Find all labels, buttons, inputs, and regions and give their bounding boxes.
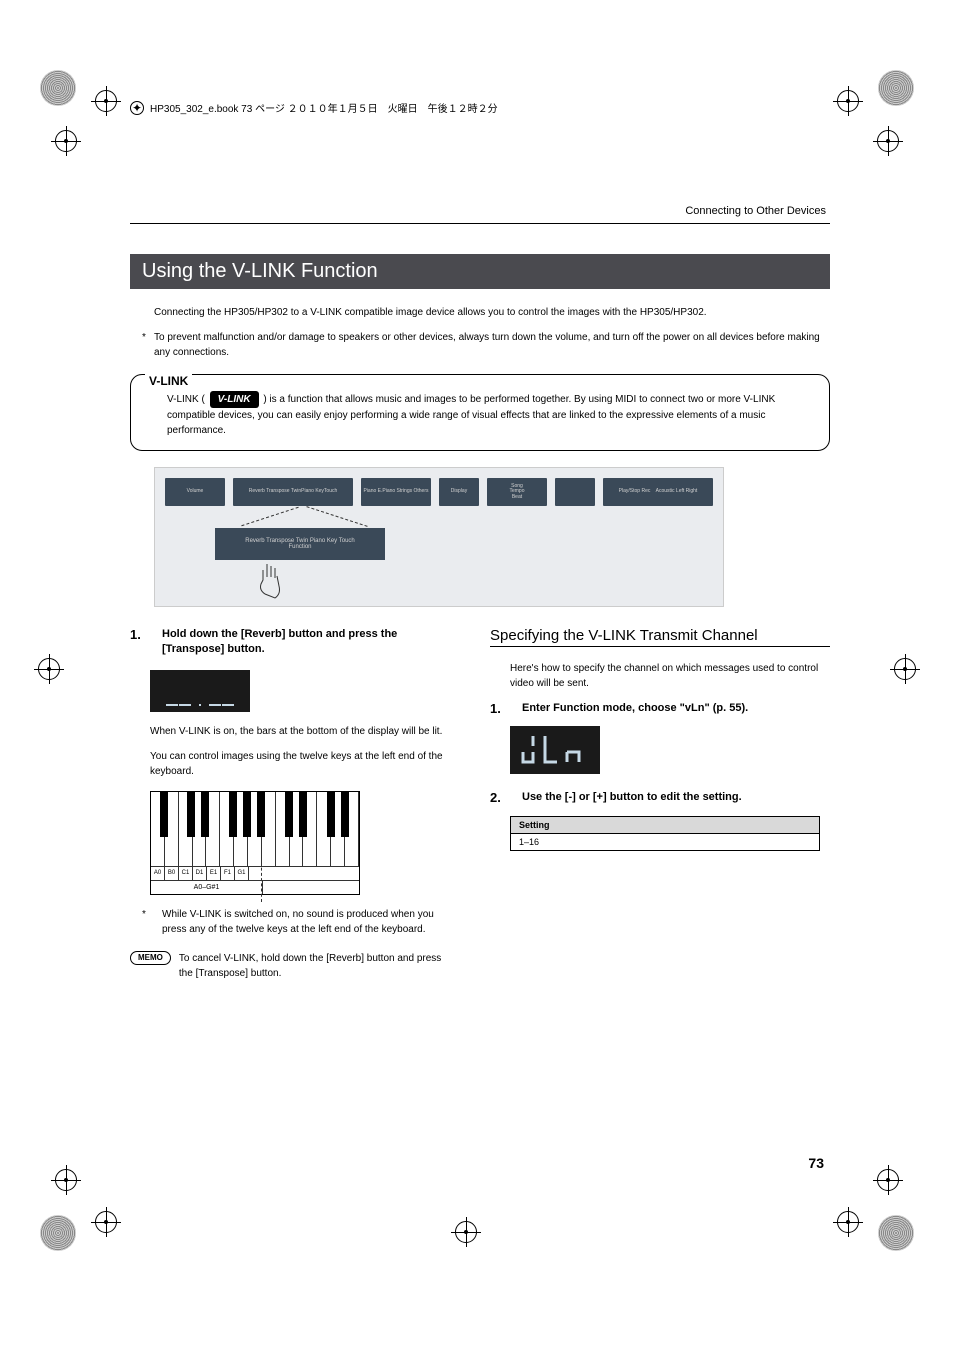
crop-mark [837, 1211, 859, 1233]
intro-text: Connecting the HP305/HP302 to a V-LINK c… [130, 305, 830, 320]
range-label: A0–G#1 [151, 881, 263, 894]
asterisk-icon: * [142, 330, 146, 345]
step-text: Use the [-] or [+] button to edit the se… [522, 790, 830, 805]
step-number: 2. [490, 790, 510, 805]
print-header-icon: ✦ [130, 101, 144, 115]
table-cell: 1–16 [511, 833, 820, 850]
hand-icon [255, 562, 285, 602]
lcd-display-big [510, 726, 600, 774]
page-number: 73 [808, 1155, 824, 1171]
after-display-text: When V-LINK is on, the bars at the botto… [150, 724, 450, 739]
vlink-logo-icon: V-LINK [210, 391, 259, 408]
memo-row: MEMO To cancel V-LINK, hold down the [Re… [130, 951, 450, 981]
vlink-body: V-LINK ( V-LINK ) is a function that all… [131, 375, 829, 450]
key-label: E1 [207, 867, 221, 880]
left-column: 1. Hold down the [Reverb] button and pre… [130, 627, 450, 987]
key-label: C1 [179, 867, 193, 880]
vlink-pretext: V-LINK ( [167, 394, 205, 405]
print-header: ✦ HP305_302_e.book 73 ページ ２０１０年１月５日 火曜日 … [130, 80, 830, 115]
intro-note-text: To prevent malfunction and/or damage to … [154, 332, 820, 358]
corner-ornament [878, 1215, 914, 1251]
vlink-box: V-LINK V-LINK ( V-LINK ) is a function t… [130, 374, 830, 451]
memo-text: To cancel V-LINK, hold down the [Reverb]… [179, 951, 450, 981]
step-text: Enter Function mode, choose "vLn" (p. 55… [522, 701, 830, 716]
corner-ornament [40, 70, 76, 106]
page-header-label: Connecting to Other Devices [130, 205, 830, 217]
right-intro: Here's how to specify the channel on whi… [510, 661, 830, 691]
control-text: You can control images using the twelve … [150, 749, 450, 779]
key-label: G1 [235, 867, 249, 880]
step-number: 1. [490, 701, 510, 716]
page-content: ✦ HP305_302_e.book 73 ページ ２０１０年１月５日 火曜日 … [130, 80, 830, 987]
table-header: Setting [511, 816, 820, 833]
crop-mark [877, 130, 899, 152]
intro-note: * To prevent malfunction and/or damage t… [130, 330, 830, 360]
key-label: A0 [151, 867, 165, 880]
keyboard-diagram: A0 B0 C1 D1 E1 F1 G1 A0–G#1 [150, 791, 360, 895]
crop-mark [837, 90, 859, 112]
detail-panel: Reverb Transpose Twin Piano Key Touch Fu… [215, 528, 385, 560]
memo-badge: MEMO [130, 951, 171, 965]
detail-panel-line2: Function [288, 544, 311, 550]
crop-mark [894, 658, 916, 680]
crop-mark [95, 1211, 117, 1233]
corner-ornament [40, 1215, 76, 1251]
key-label: D1 [193, 867, 207, 880]
subsection-title: Specifying the V-LINK Transmit Channel [490, 627, 830, 647]
lcd-display [150, 670, 250, 712]
crop-mark [877, 1169, 899, 1191]
key-label: F1 [221, 867, 235, 880]
key-label: B0 [165, 867, 179, 880]
vlink-label: V-LINK [145, 374, 192, 388]
settings-table: Setting 1–16 [510, 816, 820, 851]
crop-mark [95, 90, 117, 112]
crop-mark [55, 1169, 77, 1191]
section-title: Using the V-LINK Function [130, 254, 830, 289]
step-number: 1. [130, 627, 150, 658]
asterisk-icon: * [142, 907, 146, 922]
crop-mark [55, 130, 77, 152]
step-text: Hold down the [Reverb] button and press … [162, 627, 450, 658]
panel-illustration: Volume Reverb Transpose TwinPiano KeyTou… [154, 467, 724, 607]
header-rule [130, 223, 830, 224]
footnote-text: While V-LINK is switched on, no sound is… [162, 909, 434, 935]
crop-mark [38, 658, 60, 680]
print-header-text: HP305_302_e.book 73 ページ ２０１０年１月５日 火曜日 午後… [150, 100, 498, 115]
crop-mark [455, 1221, 477, 1243]
corner-ornament [878, 70, 914, 106]
footnote: * While V-LINK is switched on, no sound … [130, 907, 450, 937]
right-column: Specifying the V-LINK Transmit Channel H… [490, 627, 830, 987]
